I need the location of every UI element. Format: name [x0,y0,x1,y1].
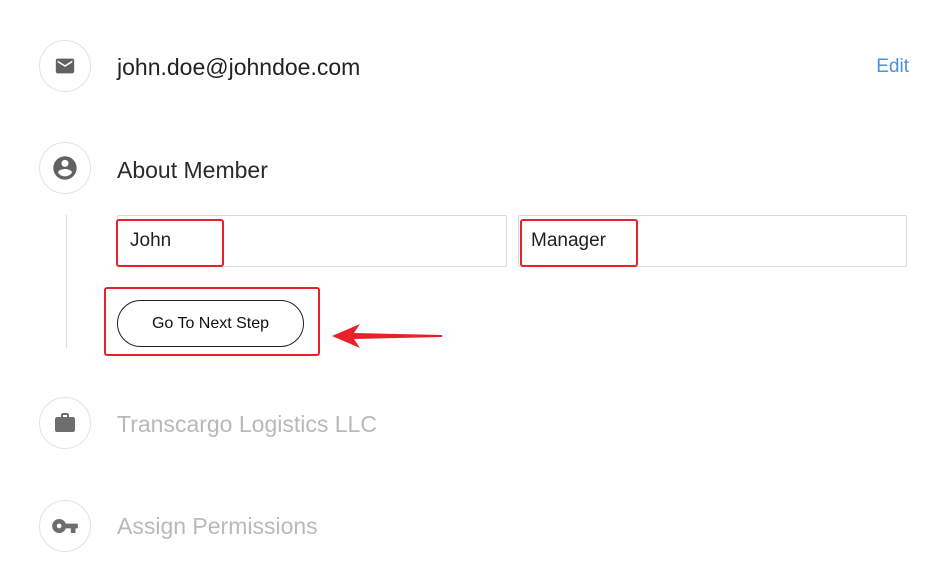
role-input[interactable] [519,216,906,266]
email-address: john.doe@johndoe.com [117,54,361,80]
red-arrow-annotation [332,324,442,348]
permissions-step-icon-circle [39,500,91,552]
role-field[interactable] [518,215,907,267]
first-name-input[interactable] [118,216,506,266]
edit-email-link[interactable]: Edit [876,54,909,80]
briefcase-icon [55,413,75,432]
person-circle-icon [53,156,77,180]
step-connector-line [66,215,67,348]
company-step-icon-circle [39,397,91,449]
first-name-field[interactable] [117,215,507,267]
company-step-title: Transcargo Logistics LLC [117,411,377,437]
key-icon [52,519,78,533]
email-step-icon-circle [39,40,91,92]
about-member-title: About Member [117,157,268,183]
about-step-icon-circle [39,142,91,194]
go-to-next-step-button[interactable]: Go To Next Step [117,300,304,347]
email-icon [55,58,75,74]
permissions-step-title: Assign Permissions [117,513,318,539]
